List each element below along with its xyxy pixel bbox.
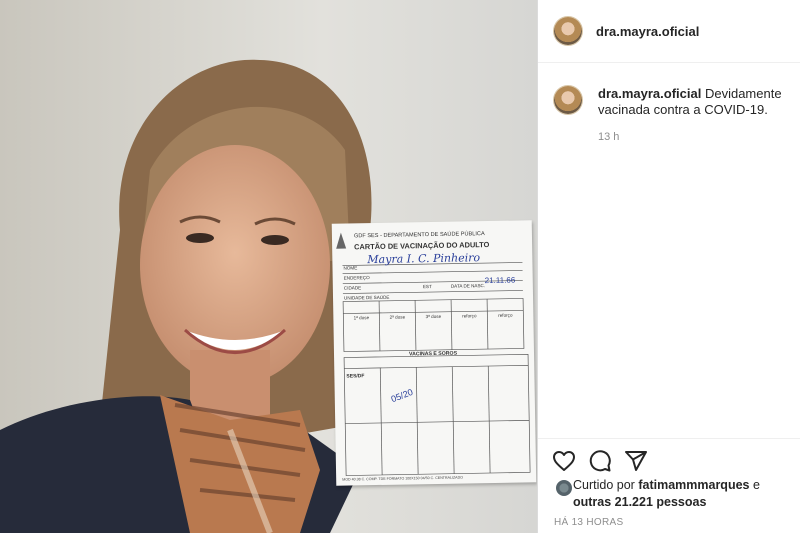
caption-username[interactable]: dra.mayra.oficial: [598, 86, 701, 101]
likes-mid: e: [752, 478, 760, 492]
dose-label: 1ª dose: [353, 315, 370, 321]
heart-icon[interactable]: [552, 449, 576, 473]
post-side-panel: dra.mayra.oficial dra.mayra.oficial Devi…: [538, 0, 800, 533]
card-ses-label: SES/DF: [346, 373, 365, 380]
author-avatar[interactable]: [554, 17, 582, 45]
posted-ago[interactable]: HÁ 13 HORAS: [554, 517, 623, 528]
card-cidade-label: CIDADE: [343, 285, 362, 291]
card-est-label: EST: [422, 284, 432, 290]
likes-summary: Curtido por fatimammmarques e outras 21.…: [573, 477, 798, 511]
likes-prefix: Curtido por: [573, 478, 635, 492]
dose-label: 3ª dose: [425, 313, 442, 320]
card-endereco-label: ENDEREÇO: [343, 275, 370, 281]
card-nome-label: NOME: [343, 265, 358, 271]
likes-user[interactable]: fatimammmarques: [638, 478, 749, 492]
likes-count[interactable]: outras 21.221 pessoas: [573, 495, 706, 509]
card-data-label: DATA DE NASC.: [450, 283, 486, 289]
dose-label: reforço: [498, 312, 513, 318]
share-icon[interactable]: [624, 449, 648, 473]
vaccination-card: GDF SES - DEPARTAMENTO DE SAÚDE PÚBLICA …: [331, 220, 537, 486]
action-bar: [538, 438, 800, 479]
author-username[interactable]: dra.mayra.oficial: [596, 24, 699, 39]
caption-time[interactable]: 13 h: [598, 131, 619, 143]
caption-avatar[interactable]: [554, 86, 582, 114]
card-unidade-label: UNIDADE DE SAÚDE: [343, 294, 390, 301]
card-data-value: 21.11.66: [484, 275, 516, 286]
card-nome-value: Mayra I. C. Pinheiro: [367, 251, 481, 267]
dose-label: reforço: [462, 313, 477, 319]
dose-label: 2ª dose: [389, 314, 406, 320]
comment-icon[interactable]: [588, 449, 612, 473]
liker-avatar[interactable]: [556, 480, 572, 496]
post-header: dra.mayra.oficial: [538, 0, 800, 63]
post-caption: dra.mayra.oficial Devidamente vacinada c…: [598, 86, 798, 118]
post-photo[interactable]: GDF SES - DEPARTAMENTO DE SAÚDE PÚBLICA …: [0, 0, 537, 533]
